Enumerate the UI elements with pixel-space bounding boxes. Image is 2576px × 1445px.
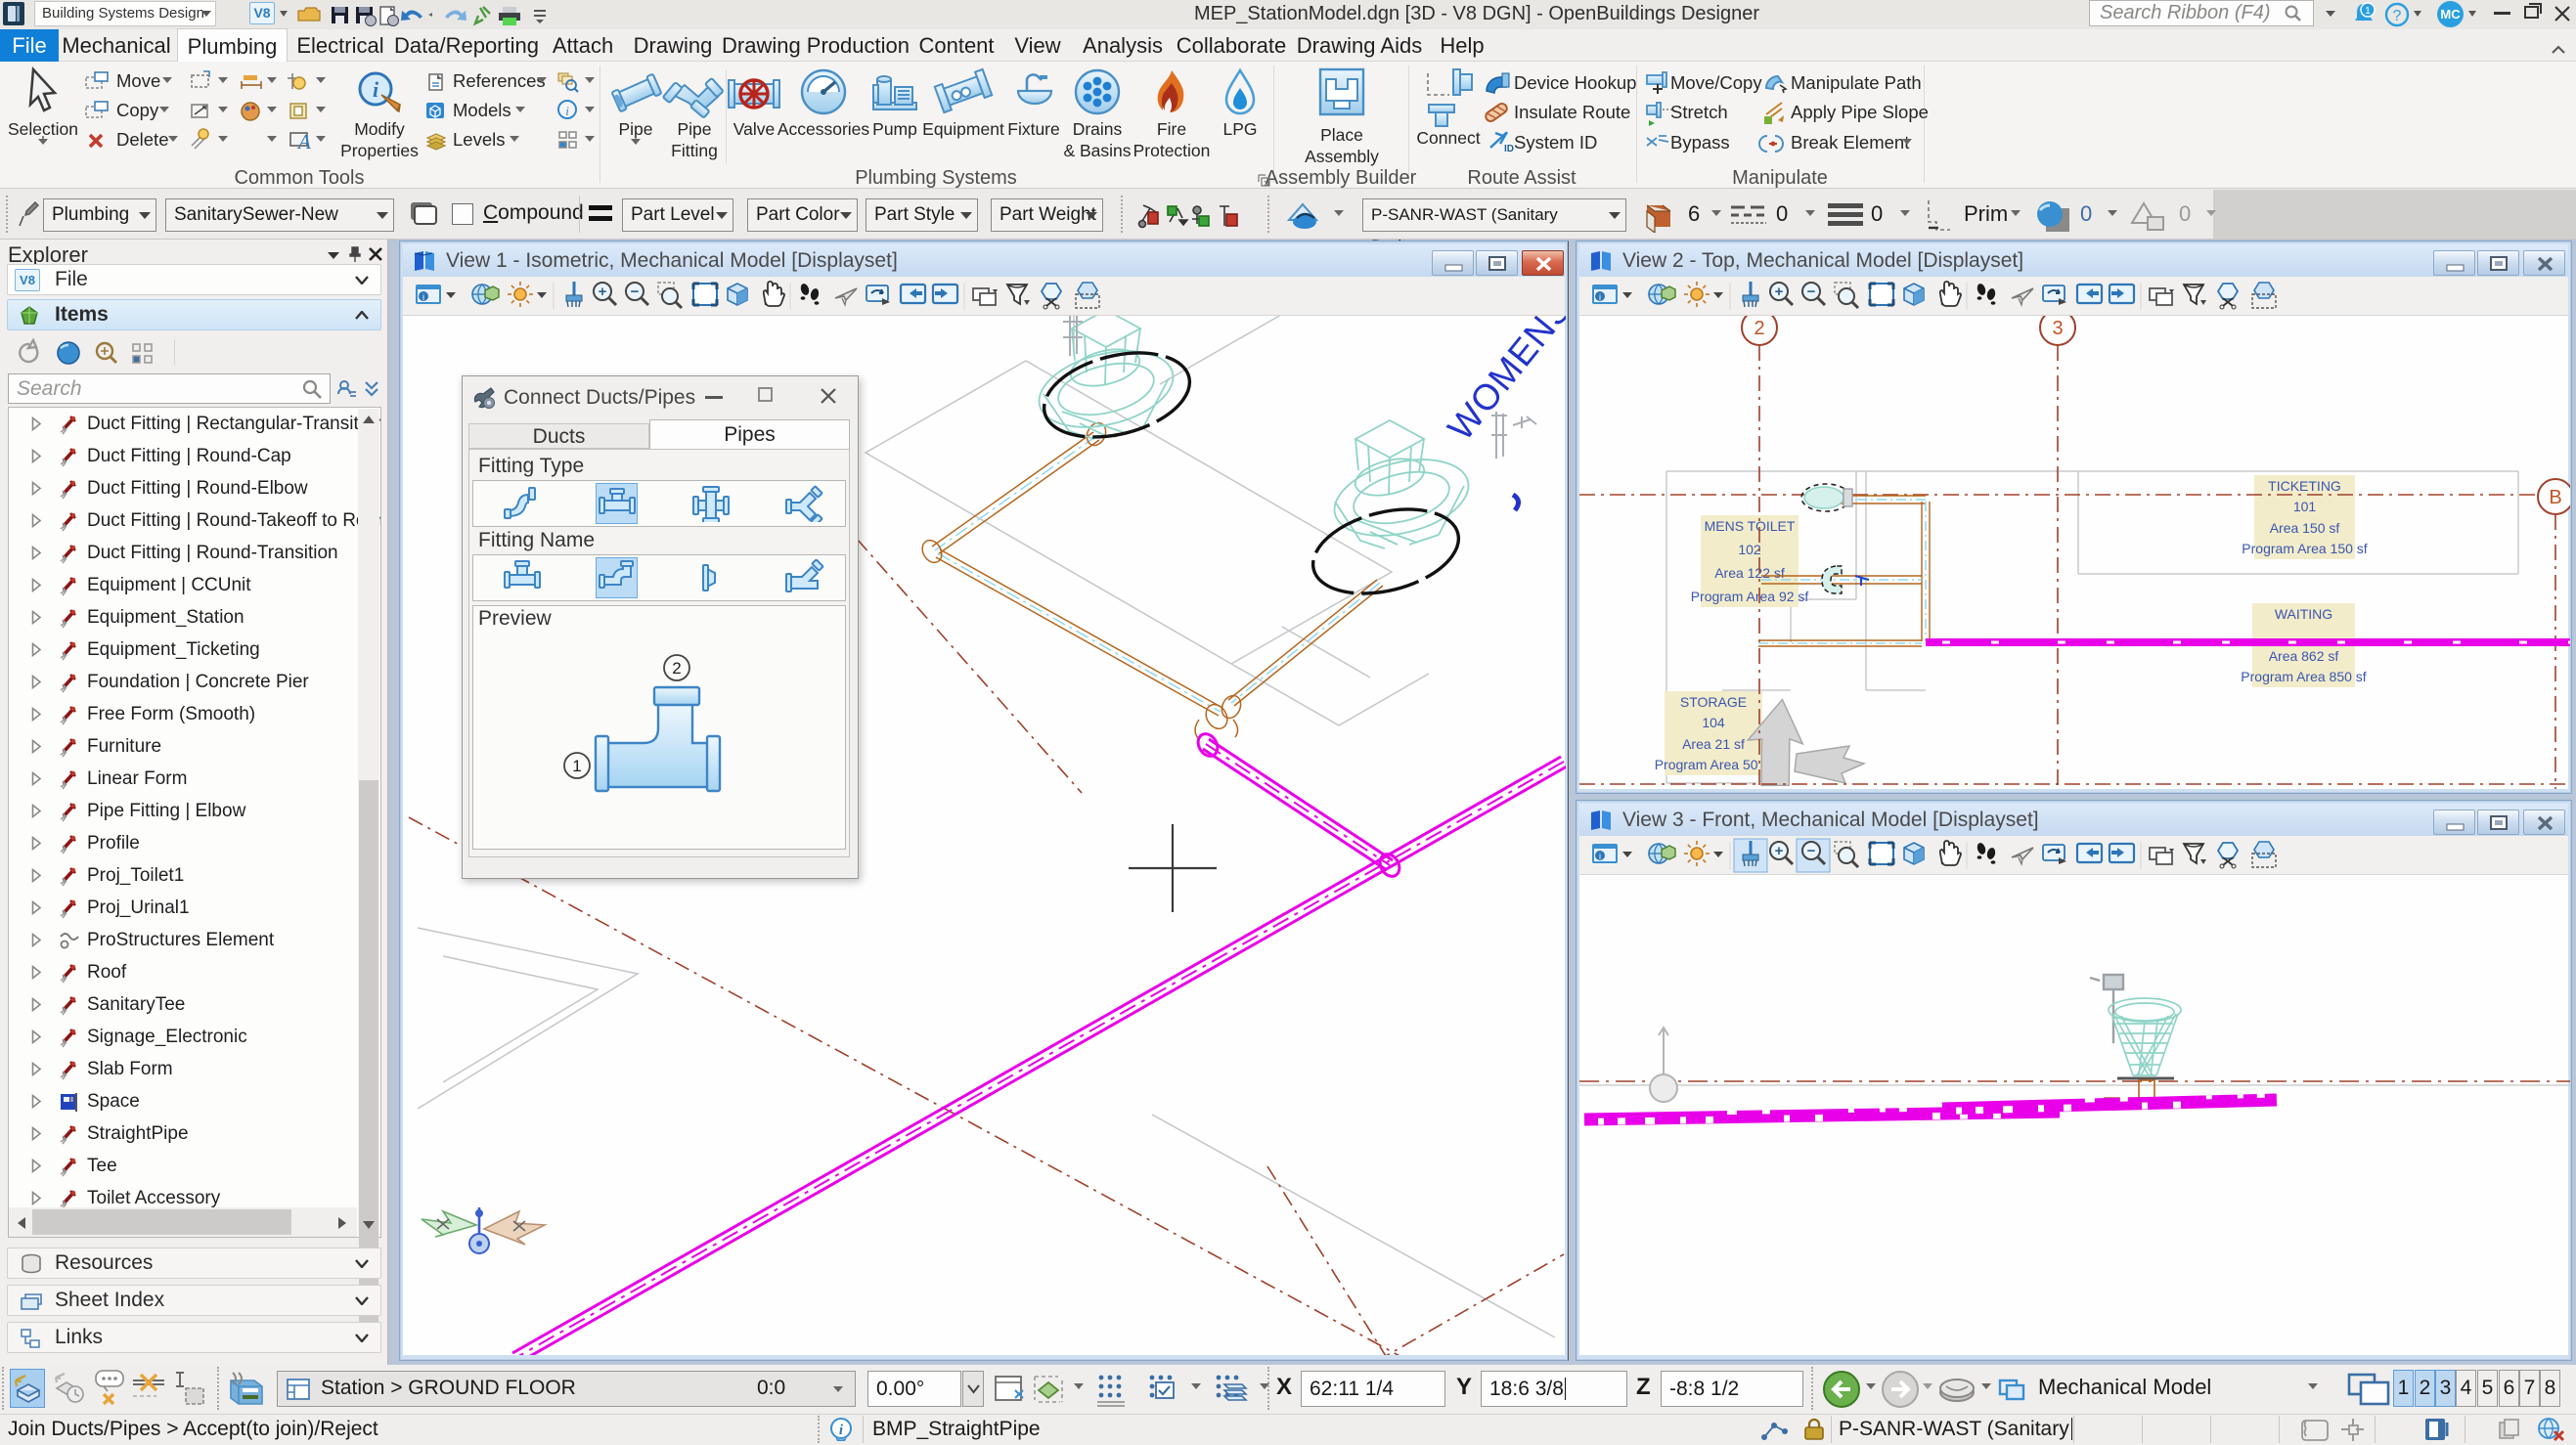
svg-text:i: i [565, 104, 569, 118]
svg-text:−: − [631, 284, 640, 300]
svg-text:+: + [599, 284, 607, 300]
svg-text:2: 2 [1754, 318, 1764, 339]
svg-text:WAITING: WAITING [2275, 606, 2332, 622]
svg-text:i: i [422, 292, 424, 302]
svg-text:MENS TOILET: MENS TOILET [1705, 518, 1796, 534]
svg-text:ID: ID [1504, 144, 1514, 154]
svg-text:?: ? [2393, 8, 2402, 24]
svg-text:Area 21 sf: Area 21 sf [1682, 736, 1745, 752]
svg-text:2: 2 [672, 659, 681, 678]
svg-text:1: 1 [2365, 6, 2371, 17]
svg-text:Area 122 sf: Area 122 sf [1714, 565, 1785, 581]
svg-text:STORAGE: STORAGE [1680, 694, 1747, 710]
svg-text:3: 3 [2052, 318, 2063, 339]
svg-text:Program Area 150 sf: Program Area 150 sf [2242, 541, 2368, 556]
svg-text:i: i [373, 77, 379, 102]
svg-text:Program Area 850 sf: Program Area 850 sf [2241, 669, 2367, 684]
svg-text:−: − [1807, 843, 1816, 859]
svg-text:104: 104 [1702, 715, 1725, 730]
svg-text:Program Area 50 sf: Program Area 50 sf [1655, 757, 1773, 772]
svg-text:B: B [2549, 487, 2561, 508]
svg-text:i: i [1599, 292, 1601, 302]
svg-text:+: + [1775, 284, 1784, 300]
svg-text:Area 862 sf: Area 862 sf [2269, 648, 2339, 664]
svg-text:i: i [1599, 852, 1601, 861]
svg-text:101: 101 [2293, 499, 2317, 514]
svg-text:Program Area 92 sf: Program Area 92 sf [1691, 589, 1809, 604]
svg-text:−: − [1807, 284, 1816, 300]
svg-text:1: 1 [572, 757, 581, 775]
svg-text:+: + [1775, 843, 1784, 859]
svg-text:102: 102 [1738, 542, 1761, 557]
svg-text:A: A [296, 130, 311, 153]
svg-text:TICKETING: TICKETING [2268, 478, 2341, 494]
svg-text:Area 150 sf: Area 150 sf [2270, 520, 2340, 536]
